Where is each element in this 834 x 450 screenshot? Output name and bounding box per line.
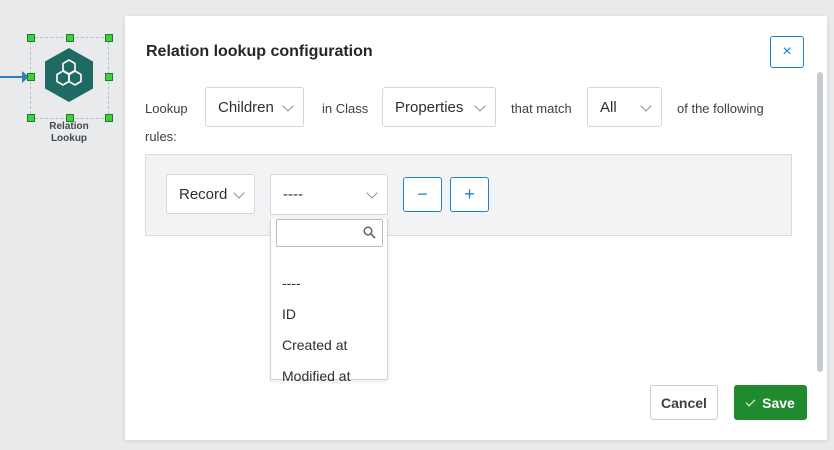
plus-icon: + bbox=[464, 184, 475, 204]
class-select-value: Properties bbox=[395, 98, 464, 116]
dropdown-option[interactable]: Created at bbox=[282, 337, 347, 353]
resize-handle[interactable] bbox=[105, 114, 113, 122]
class-select[interactable]: Properties bbox=[382, 87, 496, 127]
rule-operator-value: ---- bbox=[283, 186, 303, 203]
relation-lookup-node-icon[interactable] bbox=[43, 47, 95, 103]
lookup-select[interactable]: Children bbox=[205, 87, 304, 127]
save-label: Save bbox=[762, 394, 795, 411]
add-rule-button[interactable]: + bbox=[450, 177, 489, 212]
cancel-button[interactable]: Cancel bbox=[650, 385, 718, 420]
chevron-down-icon bbox=[474, 100, 486, 112]
that-match-label: that match bbox=[511, 101, 572, 116]
rule-panel: Record ---- − + bbox=[145, 154, 792, 236]
rules-label: rules: bbox=[145, 129, 177, 144]
operator-dropdown-menu: ---- ID Created at Modified at bbox=[270, 219, 388, 384]
close-icon: × bbox=[782, 43, 792, 60]
match-select[interactable]: All bbox=[587, 87, 662, 127]
relation-lookup-dialog: Relation lookup configuration × Lookup C… bbox=[125, 16, 827, 440]
cancel-label: Cancel bbox=[661, 394, 707, 411]
checkmark-icon bbox=[745, 396, 756, 406]
dropdown-option[interactable]: ---- bbox=[282, 275, 301, 291]
save-button[interactable]: Save bbox=[734, 385, 807, 420]
rule-operator-select[interactable]: ---- bbox=[270, 174, 388, 215]
canvas-node-area: Relation Lookup bbox=[0, 0, 125, 450]
in-class-label: in Class bbox=[322, 101, 369, 116]
chevron-down-icon bbox=[366, 187, 378, 199]
rule-field-select[interactable]: Record bbox=[166, 174, 255, 214]
resize-handle[interactable] bbox=[105, 34, 113, 42]
dropdown-option[interactable]: ID bbox=[282, 306, 296, 322]
search-icon bbox=[363, 226, 376, 239]
close-button[interactable]: × bbox=[770, 36, 804, 68]
resize-handle[interactable] bbox=[27, 73, 35, 81]
node-label-line1: Relation bbox=[49, 121, 89, 132]
resize-handle[interactable] bbox=[27, 34, 35, 42]
node-label: Relation Lookup bbox=[34, 121, 104, 145]
resize-handle[interactable] bbox=[66, 34, 74, 42]
lookup-select-value: Children bbox=[218, 98, 274, 116]
resize-handle[interactable] bbox=[105, 73, 113, 81]
match-select-value: All bbox=[600, 98, 617, 116]
rule-field-value: Record bbox=[179, 185, 228, 203]
dialog-title: Relation lookup configuration bbox=[146, 43, 373, 60]
lookup-label: Lookup bbox=[145, 101, 188, 116]
chevron-down-icon bbox=[282, 100, 294, 112]
dropdown-option[interactable]: Modified at bbox=[282, 368, 350, 384]
chevron-down-icon bbox=[640, 100, 652, 112]
of-following-label: of the following bbox=[677, 101, 764, 116]
minus-icon: − bbox=[417, 184, 428, 204]
remove-rule-button[interactable]: − bbox=[403, 177, 442, 212]
dropdown-search-input[interactable] bbox=[276, 219, 383, 247]
node-label-line2: Lookup bbox=[50, 133, 88, 144]
chevron-down-icon bbox=[233, 187, 245, 199]
dialog-scrollbar[interactable] bbox=[817, 72, 823, 372]
